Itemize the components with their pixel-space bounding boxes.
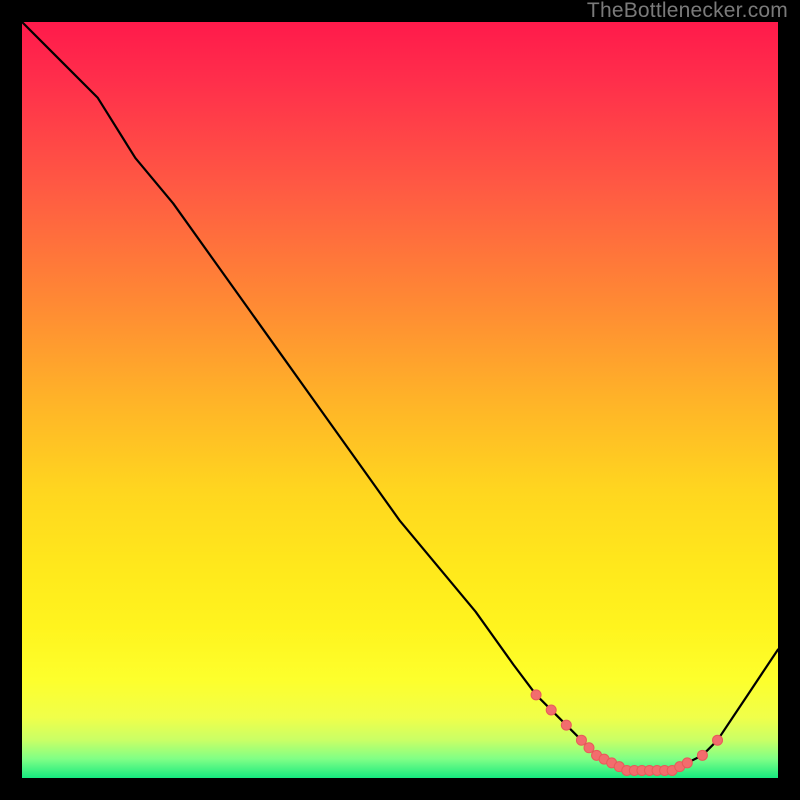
valley-marker bbox=[546, 705, 556, 715]
chart-stage: TheBottlenecker.com bbox=[0, 0, 800, 800]
valley-marker bbox=[682, 758, 692, 768]
plot-area bbox=[22, 22, 778, 778]
watermark-label: TheBottlenecker.com bbox=[587, 0, 788, 22]
valley-marker bbox=[531, 690, 541, 700]
valley-marker bbox=[584, 743, 594, 753]
valley-marker bbox=[576, 735, 586, 745]
valley-markers-group bbox=[531, 690, 722, 776]
valley-marker bbox=[697, 750, 707, 760]
valley-marker bbox=[561, 720, 571, 730]
points-layer-svg bbox=[22, 22, 778, 778]
valley-marker bbox=[713, 735, 723, 745]
